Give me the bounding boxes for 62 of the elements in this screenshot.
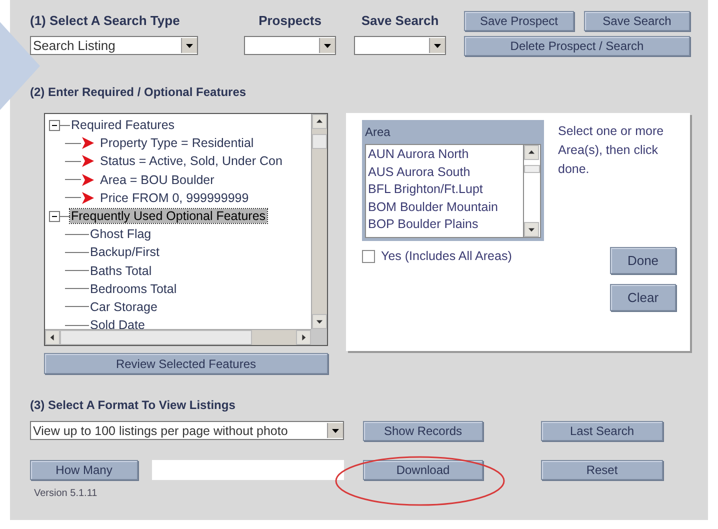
tree-item[interactable]: Bedrooms Total — [89, 282, 178, 296]
area-option[interactable]: BFL Brighton/Ft.Lupt — [366, 181, 523, 198]
tree-item[interactable]: Baths Total — [89, 264, 153, 278]
tree-group[interactable]: Required Features — [70, 118, 176, 132]
count-field[interactable] — [152, 460, 344, 480]
area-option[interactable]: BOP Boulder Plains — [366, 216, 523, 234]
prospects-select[interactable] — [244, 36, 336, 55]
tree-item[interactable]: Property Type = Residential — [99, 136, 255, 150]
tree-group[interactable]: Frequently Used Optional Features — [70, 209, 267, 224]
checkbox-label: Yes (Includes All Areas) — [381, 249, 512, 263]
area-header: Area — [362, 120, 544, 144]
area-option[interactable]: BOM Boulder Mountain — [366, 198, 523, 216]
collapse-icon[interactable] — [49, 210, 60, 222]
save-search-label: Save Search — [360, 12, 440, 30]
tree-item[interactable]: Area = BOU Boulder — [99, 172, 216, 187]
review-button[interactable]: Review Selected Features — [44, 353, 328, 374]
scroll-thumb[interactable] — [312, 134, 327, 149]
save-search-select[interactable] — [354, 36, 446, 55]
vertical-scrollbar[interactable] — [311, 114, 327, 329]
checkbox[interactable] — [362, 250, 375, 262]
caret-icon — [327, 423, 343, 438]
hint-text: Select one or more Area(s), then click done. — [558, 123, 665, 178]
collapse-icon[interactable] — [49, 120, 60, 131]
scrollbar-corner — [311, 329, 327, 345]
scroll-thumb[interactable] — [524, 165, 540, 173]
caret-icon — [181, 38, 197, 53]
arrow-icon — [81, 137, 95, 150]
section-title: (2) Enter Required / Optional Features — [30, 85, 248, 99]
delete-button[interactable]: Delete Prospect / Search — [464, 36, 690, 56]
search-type-select[interactable]: Search Listing — [30, 36, 198, 55]
version-text: Version 5.1.11 — [34, 488, 98, 499]
how-many-button[interactable]: How Many — [30, 460, 138, 480]
tree-item[interactable]: Car Storage — [89, 300, 158, 314]
reset-button[interactable]: Reset — [541, 460, 663, 480]
feature-tree[interactable] — [44, 113, 328, 346]
area-listbox[interactable]: AUN Aurora North AUS Aurora South BFL Brighton/Ft.Lupt BOM Boulder Mountain BOP Boulder Plains — [362, 144, 544, 241]
show-records-button[interactable]: Show Records — [363, 421, 483, 441]
tree-item[interactable]: Backup/First — [89, 245, 160, 260]
download-button[interactable]: Download — [363, 460, 483, 480]
section-title: (1) Select A Search Type — [30, 12, 181, 30]
save-search-button[interactable]: Save Search — [584, 11, 690, 31]
caret-icon — [429, 38, 445, 53]
clear-button[interactable]: Clear — [610, 284, 676, 311]
vertical-scrollbar[interactable] — [523, 144, 541, 238]
save-prospect-button[interactable]: Save Prospect — [464, 11, 574, 31]
tree-item[interactable]: Status = Active, Sold, Under Con — [99, 154, 284, 168]
caret-icon — [319, 38, 335, 53]
last-search-button[interactable]: Last Search — [541, 421, 663, 441]
arrow-icon — [81, 174, 95, 186]
arrow-icon — [81, 192, 95, 204]
section-title: (3) Select A Format To View Listings — [30, 398, 236, 412]
prospects-label: Prospects — [258, 12, 322, 30]
tree-item[interactable]: Sold Date — [89, 318, 146, 329]
tree-item[interactable]: Price FROM 0, 999999999 — [99, 190, 250, 205]
scroll-thumb[interactable] — [60, 330, 252, 345]
horizontal-scrollbar[interactable] — [45, 329, 311, 345]
arrow-icon — [81, 155, 95, 168]
area-option[interactable]: AUN Aurora North — [366, 146, 523, 164]
done-button[interactable]: Done — [610, 247, 676, 274]
format-select[interactable]: View up to 100 listings per page without photo — [30, 421, 344, 440]
area-option[interactable]: AUS Aurora South — [366, 164, 523, 181]
tree-item[interactable]: Ghost Flag — [89, 227, 152, 242]
